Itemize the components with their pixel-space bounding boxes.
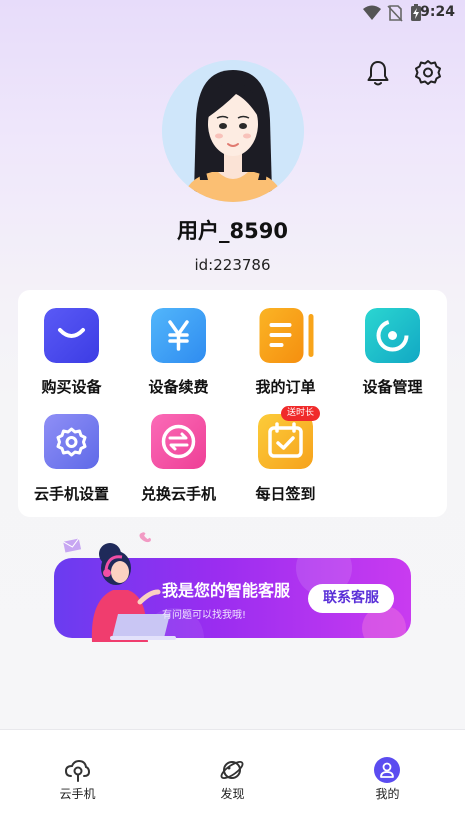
grid-item-daily-checkin[interactable]: 每日签到 [232,290,339,503]
avatar[interactable] [162,60,304,202]
banner-title: 我是您的智能客服 [162,581,291,600]
bonus-time-badge: 送时长 [281,406,321,421]
bottom-nav: 云手机 发现 我的 [0,729,465,826]
nav-label: 我的 [375,787,400,801]
exchange-icon [151,414,206,469]
status-bar: 9:24 [0,0,465,26]
nav-item-mine[interactable]: 我的 [310,730,465,826]
settings-gear-icon[interactable] [413,58,443,88]
grid-item-device-manage[interactable]: 设备管理 [339,290,446,396]
user-icon [374,757,400,783]
banner-subtitle: 有问题可以找我哦! [162,610,247,621]
username: 用户_8590 [177,219,288,243]
cloud-phone-icon [64,759,90,782]
user-id: id:223786 [194,256,271,274]
grid-item-exchange-phone[interactable]: 兑换云手机 [125,290,232,503]
grid-label: 云手机设置 [33,485,109,503]
nav-label: 云手机 [59,787,96,801]
grid-item-cloud-settings[interactable]: 云手机设置 [18,290,125,503]
bell-icon[interactable] [363,58,393,88]
contact-service-button[interactable]: 联系客服 [308,584,394,613]
calendar-check-icon [258,414,313,469]
grid-label: 兑换云手机 [140,485,216,503]
nav-item-discover[interactable]: 发现 [155,730,310,826]
planet-icon [220,761,244,779]
device-manage-icon [365,308,420,363]
wifi-icon [363,5,381,20]
grid-label: 设备管理 [362,378,423,396]
cloud-gear-icon [44,414,99,469]
nav-label: 发现 [220,787,245,801]
nav-item-cloud-phone[interactable]: 云手机 [0,730,155,826]
grid-label: 每日签到 [255,485,316,503]
status-time: 9:24 [420,4,455,20]
function-grid-card: 购买设备 设备续费 我的订单 设备管理 云手机设置 兑换云手机 每日签到 送时长 [18,290,447,517]
avatar-portrait [162,60,304,202]
no-sim-icon [387,5,403,22]
